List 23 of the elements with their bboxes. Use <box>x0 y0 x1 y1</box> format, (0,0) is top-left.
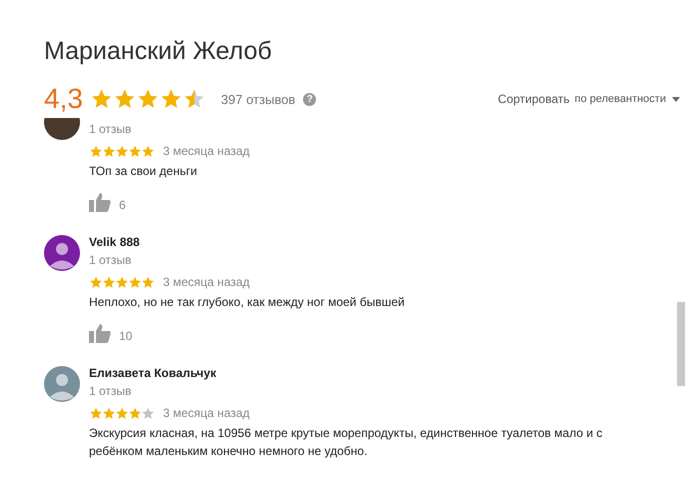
thumbs-up-icon[interactable] <box>89 323 111 343</box>
sort-label: Сортировать <box>498 92 570 106</box>
like-count: 10 <box>119 329 132 343</box>
like-count: 6 <box>119 198 126 212</box>
author-review-count: 1 отзыв <box>89 252 132 269</box>
scrollbar-thumb[interactable] <box>677 302 685 386</box>
review-text: ТОп за свои деньги <box>89 163 198 180</box>
caret-icon <box>672 96 680 102</box>
place-title: Марианский Желоб <box>44 36 273 66</box>
rating-value: 4,3 <box>44 83 83 115</box>
review-text: Экскурсия класная, на 10956 метре крутые морепродукты, единственное туалетов мало и с ребёнком маленьким конечно немного не удобно. <box>89 425 604 460</box>
author-review-count: 1 отзыв <box>89 121 132 138</box>
thumbs-up-icon[interactable] <box>89 192 111 212</box>
author-name[interactable]: Елизавета Ковальчук <box>89 364 609 382</box>
review-date: 3 месяца назад <box>163 275 250 289</box>
sort-dropdown[interactable]: по релевантности <box>574 93 680 105</box>
author-review-count: 1 отзыв <box>89 383 132 400</box>
author-name[interactable]: Velik 888 <box>89 233 609 251</box>
review-text: Неплохо, но не так глубоко, как между ног моей бывшей <box>89 294 406 311</box>
review-date: 3 месяца назад <box>163 406 250 420</box>
avatar-icon[interactable] <box>44 235 80 271</box>
review-date: 3 месяца назад <box>163 144 250 158</box>
review-count[interactable]: 397 отзывов <box>220 92 296 106</box>
